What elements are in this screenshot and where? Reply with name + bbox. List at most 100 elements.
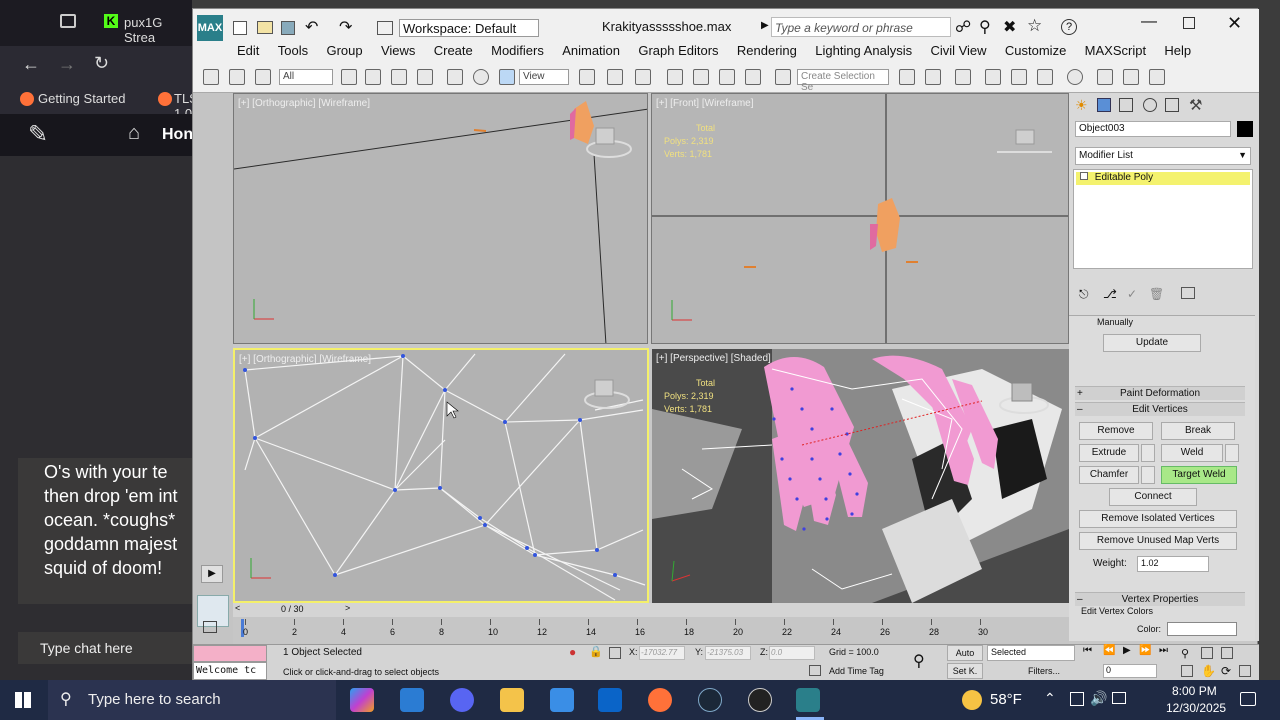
menu-civil-view[interactable]: Civil View [930, 43, 986, 58]
curve-editor-icon[interactable] [1011, 69, 1027, 85]
link-icon[interactable] [203, 69, 219, 85]
window-crossing-icon[interactable] [417, 69, 433, 85]
volume-icon[interactable]: 🔊 [1090, 690, 1107, 707]
taskbar-search[interactable]: ⚲ Type here to search [48, 680, 336, 720]
menu-group[interactable]: Group [326, 43, 362, 58]
viewport-bottom-left-active[interactable]: [+] [Orthographic] [Wireframe] [233, 348, 649, 603]
bind-space-warp-icon[interactable] [255, 69, 271, 85]
hierarchy-tab-icon[interactable] [1119, 98, 1133, 112]
home-link[interactable]: Hon [162, 126, 193, 144]
viewport-label[interactable]: [+] [Orthographic] [Wireframe] [238, 98, 370, 109]
edit-named-selection-icon[interactable] [775, 69, 791, 85]
object-color-swatch[interactable] [1237, 121, 1253, 137]
menu-edit[interactable]: Edit [237, 43, 259, 58]
play-icon[interactable]: ▶ [1123, 645, 1131, 656]
tab-list-icon[interactable] [60, 14, 76, 28]
minimize-icon[interactable]: — [1141, 13, 1157, 31]
prev-frame-icon[interactable]: ⏪ [1103, 645, 1115, 656]
tools-icon[interactable]: ✎ [28, 120, 48, 149]
target-weld-button[interactable]: Target Weld [1161, 466, 1237, 484]
unlink-icon[interactable] [229, 69, 245, 85]
remove-modifier-icon[interactable]: 🗑 [1149, 287, 1164, 301]
mini-curve-editor-icon[interactable] [203, 621, 217, 633]
windows-start-icon[interactable] [15, 692, 31, 708]
display-tab-icon[interactable] [1165, 98, 1179, 112]
clock-date[interactable]: 12/30/2025 [1166, 701, 1226, 715]
stack-expand-icon[interactable] [1080, 172, 1088, 180]
paint-deformation-rollout[interactable]: + Paint Deformation [1075, 386, 1245, 400]
select-by-name-icon[interactable] [365, 69, 381, 85]
discord-icon[interactable] [450, 688, 474, 712]
layer-explorer-icon[interactable] [955, 69, 971, 85]
expand-arrow-icon[interactable]: ▶ [201, 565, 223, 583]
remove-isolated-vertices-button[interactable]: Remove Isolated Vertices [1079, 510, 1237, 528]
timeline-track[interactable]: 0 2 4 6 8 10 12 14 16 18 20 22 24 26 28 30 [203, 617, 1069, 644]
next-frame-icon[interactable]: ⏩ [1139, 645, 1151, 656]
close-icon[interactable]: ✕ [1227, 13, 1242, 34]
outlook-icon[interactable] [598, 688, 622, 712]
selection-filter-dropdown[interactable]: All [279, 69, 333, 85]
network-icon[interactable] [1070, 692, 1084, 706]
maxscript-mini-listener[interactable]: Welcome tc [193, 662, 267, 680]
file-explorer-icon[interactable] [500, 688, 524, 712]
favorites-icon[interactable]: ☆ [1027, 16, 1042, 36]
angle-snap-icon[interactable] [693, 69, 709, 85]
toggle-ribbon-icon[interactable] [985, 69, 1001, 85]
key-icon[interactable]: ⚲ [979, 17, 991, 37]
orbit-icon[interactable]: ⟳ [1221, 664, 1231, 678]
binoculars-icon[interactable]: ☍ [955, 17, 971, 37]
spinner-snap-icon[interactable] [745, 69, 761, 85]
break-button[interactable]: Break [1161, 422, 1235, 440]
render-setup-icon[interactable] [1097, 69, 1113, 85]
extrude-settings-icon[interactable] [1141, 444, 1155, 462]
pin-stack-icon[interactable]: ⎋ [1079, 287, 1089, 302]
clock-time[interactable]: 8:00 PM [1172, 684, 1217, 698]
select-manipulate-icon[interactable] [607, 69, 623, 85]
z-coordinate[interactable]: 0.0 [769, 646, 815, 660]
firefox-icon[interactable] [648, 688, 672, 712]
menu-lighting-analysis[interactable]: Lighting Analysis [815, 43, 912, 58]
bookmark-getting-started[interactable]: Getting Started [38, 91, 125, 106]
show-hidden-icons-icon[interactable]: ⌃ [1044, 690, 1056, 707]
key-filters-button[interactable]: Filters... [1013, 664, 1075, 680]
viewport-label[interactable]: [+] [Orthographic] [Wireframe] [239, 354, 371, 365]
time-slider-prev-icon[interactable]: < [235, 603, 240, 613]
chat-input[interactable]: Type chat here [18, 632, 192, 664]
scale-icon[interactable] [499, 69, 515, 85]
open-file-icon[interactable] [257, 21, 273, 34]
schematic-view-icon[interactable] [1037, 69, 1053, 85]
add-time-tag[interactable]: Add Time Tag [829, 666, 884, 676]
redo-icon[interactable]: ↷ [339, 17, 352, 37]
y-coordinate[interactable]: -21375.03 [705, 646, 751, 660]
viewport-label[interactable]: [+] [Perspective] [Shaded] [656, 353, 771, 364]
absolute-mode-icon[interactable] [609, 647, 621, 659]
rotate-icon[interactable] [473, 69, 489, 85]
obs-icon[interactable] [748, 688, 772, 712]
motion-tab-icon[interactable] [1143, 98, 1157, 112]
3dsmax-taskbar-icon[interactable] [796, 688, 820, 712]
time-slider-next-icon[interactable]: > [345, 603, 350, 613]
rendered-frame-window-icon[interactable] [1123, 69, 1139, 85]
infocenter-search-input[interactable]: Type a keyword or phrase [771, 17, 951, 37]
project-icon[interactable] [377, 21, 393, 35]
modify-tab-icon[interactable] [1097, 98, 1111, 112]
maximize-icon[interactable] [1183, 17, 1195, 29]
rectangular-selection-icon[interactable] [391, 69, 407, 85]
vertex-properties-rollout[interactable]: – Vertex Properties [1075, 592, 1245, 606]
modifier-list-dropdown[interactable]: Modifier List ▼ [1075, 147, 1251, 165]
auto-key-button[interactable]: Auto [947, 645, 983, 661]
menu-animation[interactable]: Animation [562, 43, 620, 58]
weld-button[interactable]: Weld [1161, 444, 1223, 462]
weld-settings-icon[interactable] [1225, 444, 1239, 462]
isolate-selection-icon[interactable]: ● [569, 645, 576, 659]
object-name-field[interactable]: Object003 [1075, 121, 1231, 137]
zoom-icon[interactable]: ⚲ [1181, 647, 1189, 660]
select-object-icon[interactable] [341, 69, 357, 85]
viewport-label[interactable]: [+] [Front] [Wireframe] [656, 98, 754, 109]
make-unique-icon[interactable]: ✓ [1127, 287, 1137, 301]
render-production-icon[interactable] [1149, 69, 1165, 85]
vertex-color-swatch[interactable] [1167, 622, 1237, 636]
utilities-tab-icon[interactable]: ⚒ [1189, 96, 1202, 114]
move-icon[interactable] [447, 69, 463, 85]
time-tag-icon[interactable] [809, 665, 821, 676]
